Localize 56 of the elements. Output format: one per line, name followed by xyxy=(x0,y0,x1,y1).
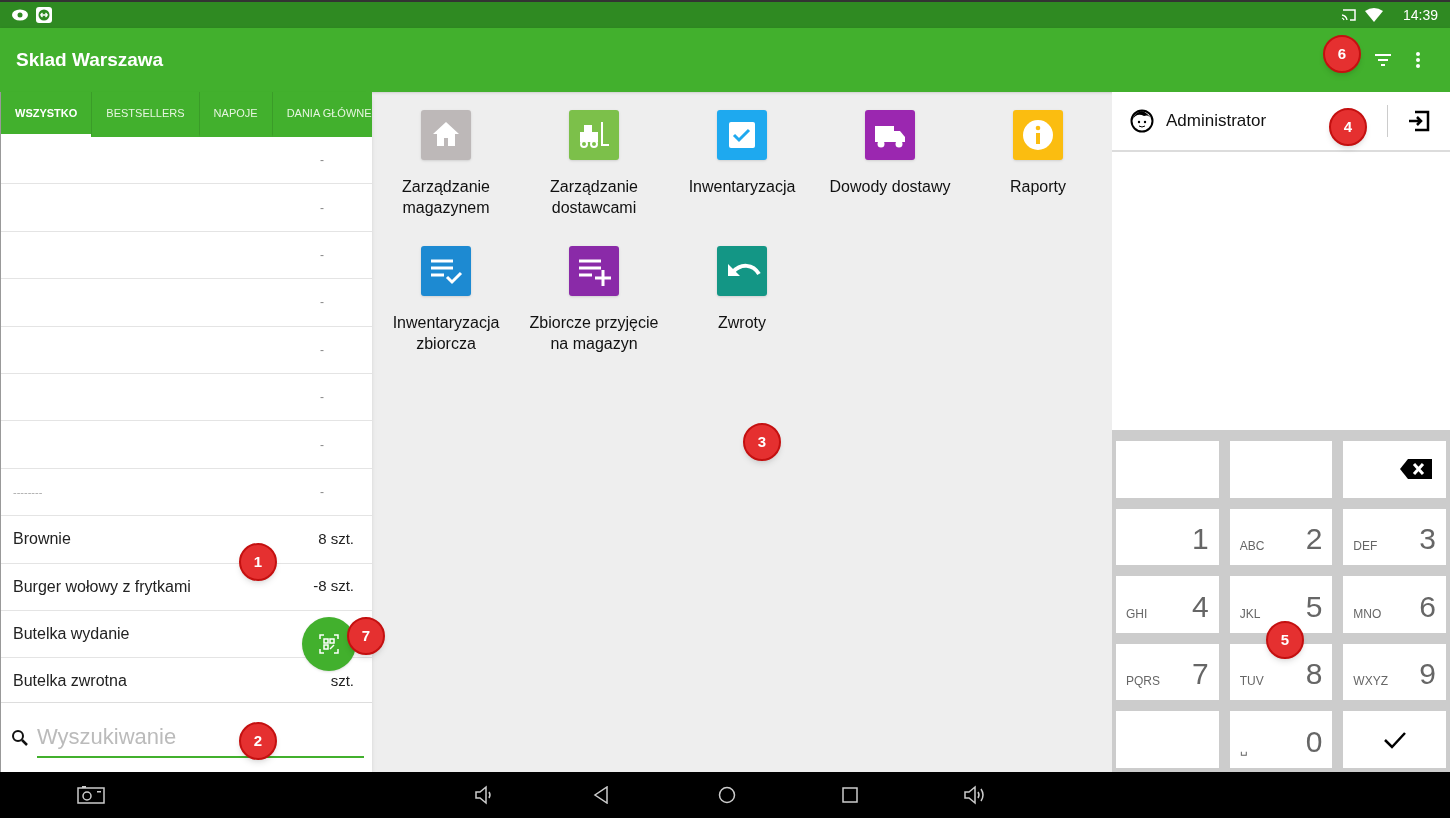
product-quantity: szt. xyxy=(330,671,355,692)
backspace-icon xyxy=(1400,459,1432,480)
product-quantity: - xyxy=(320,341,325,359)
filter-icon xyxy=(1375,54,1391,66)
product-quantity: 8 szt. xyxy=(318,529,355,550)
volume-down-icon xyxy=(474,785,494,805)
digit-key[interactable]: MNO 6 xyxy=(1343,576,1446,633)
product-quantity: - xyxy=(320,199,325,217)
module-tile[interactable]: Dowody dostawy xyxy=(816,110,964,226)
product-quantity: - xyxy=(320,294,325,312)
digit-key[interactable]: JKL 5 xyxy=(1229,576,1333,633)
volume-up-icon xyxy=(963,785,987,805)
eye-icon xyxy=(12,9,28,21)
home-icon[interactable] xyxy=(718,786,736,804)
digit-key[interactable]: ␣ 0 xyxy=(1229,711,1333,768)
product-name: Burger wołowy z frytkami xyxy=(13,576,191,597)
camera-icon xyxy=(77,786,105,804)
search-icon xyxy=(11,728,29,747)
module-tile[interactable]: Zarządzanie dostawcami xyxy=(520,110,668,226)
cast-icon xyxy=(1340,8,1357,22)
user-name: Administrator xyxy=(1166,110,1267,133)
module-tile[interactable]: Inwentaryzacja xyxy=(668,110,816,226)
product-quantity: - xyxy=(320,246,325,264)
clock-time: 14:39 xyxy=(1402,5,1438,25)
recents-icon[interactable] xyxy=(842,787,858,803)
product-quantity: - xyxy=(320,152,325,170)
digit-key[interactable]: ABC 2 xyxy=(1229,508,1333,566)
wifi-icon xyxy=(1364,8,1383,22)
digit-key[interactable]: GHI 4 xyxy=(1116,576,1219,633)
product-quantity: - xyxy=(320,483,325,501)
callout-tooltip: 7 xyxy=(347,617,385,655)
digit-key[interactable]: WXYZ 9 xyxy=(1343,643,1446,701)
product-name: Butelka zwrotna xyxy=(13,671,127,692)
checkmark-icon xyxy=(1382,730,1407,749)
digit-key[interactable]: PQRS 7 xyxy=(1116,643,1219,701)
module-tile[interactable]: Raporty xyxy=(964,110,1112,226)
product-quantity: - xyxy=(320,436,325,454)
callout-tooltip: 3 xyxy=(743,423,781,461)
logout-icon xyxy=(1407,109,1431,133)
product-name: Brownie xyxy=(13,529,71,550)
product-name: Butelka wydanie xyxy=(13,624,130,645)
placeholder-dashes: -------- xyxy=(13,484,43,500)
face-icon xyxy=(1130,109,1154,133)
product-quantity: -8 szt. xyxy=(313,576,355,597)
qr-scan-icon xyxy=(319,634,339,654)
module-tile[interactable]: Inwentaryzacja zbiorcza xyxy=(372,246,520,362)
arrows-icon xyxy=(36,7,52,23)
product-quantity: - xyxy=(320,389,325,407)
digit-key[interactable]: DEF 3 xyxy=(1343,508,1446,566)
backspace-key[interactable] xyxy=(1343,441,1446,498)
digit-key[interactable]: 1 xyxy=(1116,508,1219,566)
module-tile[interactable]: Zbiorcze przyjęcie na magazyn xyxy=(520,246,668,362)
app-title: Sklad Warszawa xyxy=(16,47,164,72)
back-icon[interactable] xyxy=(593,786,609,804)
module-tile[interactable]: Zwroty xyxy=(668,246,816,362)
more-icon xyxy=(1416,52,1420,68)
